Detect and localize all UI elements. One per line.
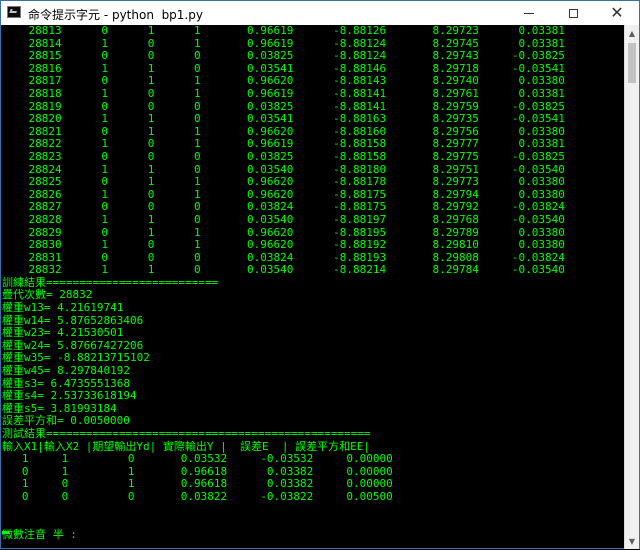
console-line: 0 1 1 0.96618 0.03382 0.00000: [2, 464, 393, 478]
console-line: 權重w45= 8.297840192: [2, 364, 130, 378]
minimize-icon: [524, 12, 534, 14]
console-line: 28813 0 1 1 0.96619 -8.88126 8.29723 0.0…: [2, 25, 565, 37]
console-line: 28823 0 0 0 0.03825 -8.88158 8.29775 -0.…: [2, 149, 565, 163]
console-line: 誤差平方和= 0.0050000: [2, 414, 130, 428]
console-window: 命令提示字元 - python bp1.py ✕ 28813 0 1 1 0.9…: [0, 0, 640, 549]
console-line: 測試結果====================================…: [2, 427, 371, 440]
console-line: 28817 0 1 1 0.96620 -8.88143 8.29740 0.0…: [2, 74, 565, 88]
console-line: 28820 1 1 0 0.03541 -8.88163 8.29735 -0.…: [2, 112, 565, 126]
title-bar[interactable]: 命令提示字元 - python bp1.py ✕: [1, 1, 639, 25]
console-line: 28814 1 0 1 0.96619 -8.88124 8.29745 0.0…: [2, 36, 565, 50]
text-cursor: [2, 531, 9, 534]
console-line: 28819 0 0 0 0.03825 -8.88141 8.29759 -0.…: [2, 99, 565, 113]
console-text: 28813 0 1 1 0.96619 -8.88126 8.29723 0.0…: [1, 25, 626, 541]
console-line: 28821 0 1 1 0.96620 -8.88160 8.29756 0.0…: [2, 124, 565, 138]
console-line: 疊代次數= 28832: [2, 288, 93, 302]
console-output[interactable]: 28813 0 1 1 0.96619 -8.88126 8.29723 0.0…: [1, 25, 626, 550]
console-line: 權重w13= 4.21619741: [2, 301, 124, 315]
console-line: 輸入X1|輸入X2 |期望輸出Yd| 實際輸出Y | 誤差E | 誤差平方和EE…: [2, 439, 370, 453]
console-line: 0 0 0 0.03822 -0.03822 0.00500: [2, 489, 393, 503]
console-line: 28825 0 1 1 0.96620 -8.88178 8.29773 0.0…: [2, 175, 565, 189]
scroll-down-arrow-icon[interactable]: ▼: [625, 533, 639, 549]
console-app-icon[interactable]: [7, 6, 21, 18]
console-line: 28815 0 0 0 0.03825 -8.88124 8.29743 -0.…: [2, 49, 565, 63]
console-line: 28827 0 0 0 0.03824 -8.88175 8.29792 -0.…: [2, 200, 565, 214]
maximize-button[interactable]: [551, 1, 595, 25]
console-line: 28832 1 1 0 0.03540 -8.88214 8.29784 -0.…: [2, 263, 565, 277]
console-line: 權重s5= 3.81993184: [2, 401, 117, 415]
console-line: 訓練結果==========================: [2, 275, 219, 289]
console-line: 1 0 1 0.96618 0.03382 0.00000: [2, 477, 393, 491]
console-line: 28830 1 0 1 0.96620 -8.88192 8.29810 0.0…: [2, 238, 565, 252]
scroll-up-arrow-icon[interactable]: ▲: [625, 25, 639, 41]
console-line: 28831 0 0 0 0.03824 -8.88193 8.29808 -0.…: [2, 250, 565, 264]
minimize-button[interactable]: [507, 1, 551, 25]
console-line: 28822 1 0 1 0.96619 -8.88158 8.29777 0.0…: [2, 137, 565, 151]
vertical-scrollbar[interactable]: ▲ ▼: [624, 25, 639, 549]
console-line: 權重w24= 5.87667427206: [2, 338, 144, 352]
maximize-icon: [568, 8, 578, 18]
console-line: 1 1 0 0.03532 -0.03532 0.00000: [2, 452, 393, 466]
console-line: 權重w14= 5.87652863406: [2, 313, 144, 327]
console-line: 權重s4= 2.53733618194: [2, 389, 137, 403]
window-title: 命令提示字元 - python bp1.py: [28, 8, 203, 22]
console-line: 28828 1 1 0 0.03540 -8.88197 8.29768 -0.…: [2, 212, 565, 226]
console-line: 28824 1 1 0 0.03540 -8.88180 8.29751 -0.…: [2, 162, 565, 176]
console-line: 權重w23= 4.21530501: [2, 326, 124, 340]
console-line: 28826 1 0 1 0.96620 -8.88175 8.29794 0.0…: [2, 187, 565, 201]
console-line: 28818 1 0 1 0.96619 -8.88141 8.29761 0.0…: [2, 86, 565, 100]
console-line: 28829 0 1 1 0.96620 -8.88195 8.29789 0.0…: [2, 225, 565, 239]
close-button[interactable]: ✕: [595, 1, 639, 25]
console-line: 權重w35= -8.88213715102: [2, 351, 150, 365]
console-line: 28816 1 1 0 0.03541 -8.88146 8.29718 -0.…: [2, 61, 565, 75]
console-line: 微數注音 半 :: [2, 527, 77, 541]
console-line: 權重s3= 6.4735551368: [2, 376, 130, 390]
close-icon: ✕: [610, 3, 624, 22]
scroll-thumb[interactable]: [628, 43, 636, 83]
